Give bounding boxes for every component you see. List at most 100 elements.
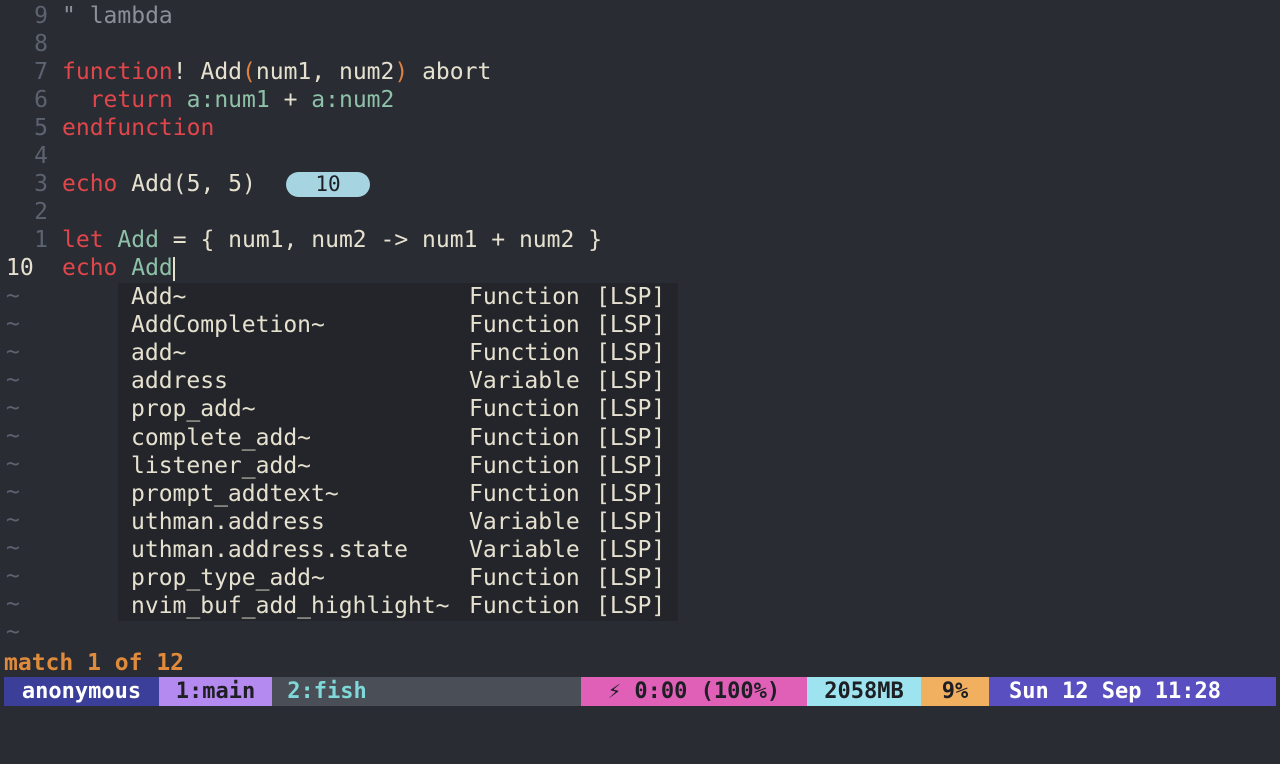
completion-popup[interactable]: Add~ Function [LSP] AddCompletion~ Function […	[118, 283, 678, 621]
code-token: abort	[408, 59, 492, 85]
cpu-status: 9%	[921, 677, 989, 706]
line-content: function! Add(num1, num2) abort	[62, 58, 491, 86]
empty-line-tilde: ~	[6, 395, 20, 421]
completion-word: prop_add~	[131, 396, 256, 423]
empty-line-tilde: ~	[6, 507, 20, 533]
empty-line-tilde: ~	[6, 311, 20, 337]
completion-kind: Function	[469, 452, 580, 479]
completion-source: [LSP]	[596, 536, 666, 563]
completion-word: prop_type_add~	[131, 565, 325, 591]
code-token: )	[394, 59, 409, 85]
completion-word: add~	[131, 340, 187, 367]
completion-word: prompt_addtext~	[131, 480, 339, 507]
completion-word: complete_add~	[131, 424, 312, 451]
sun-icon	[1241, 677, 1276, 706]
code-token: let	[62, 227, 104, 253]
completion-source: [LSP]	[596, 396, 666, 423]
completion-item[interactable]: add~ Function [LSP]	[118, 339, 678, 367]
code-token: Add	[117, 255, 173, 281]
completion-item[interactable]: uthman.address Variable [LSP]	[118, 508, 678, 536]
completion-kind: Function	[469, 424, 580, 451]
completion-kind: Function	[469, 480, 580, 507]
code-token: ! Add	[172, 59, 243, 85]
code-line[interactable]: 6 return a:num1 + a:num2	[0, 86, 1280, 114]
line-content: echo Add	[62, 254, 175, 282]
code-line[interactable]: 9 " lambda	[0, 2, 1280, 30]
completion-item[interactable]: prop_add~ Function [LSP]	[118, 395, 678, 423]
line-number: 8	[34, 31, 48, 57]
code-line[interactable]: 7 function! Add(num1, num2) abort	[0, 58, 1280, 86]
code-token: num1, num2	[255, 59, 395, 85]
completion-source: [LSP]	[596, 565, 666, 591]
code-line[interactable]: 5 endfunction	[0, 114, 1280, 142]
completion-source: [LSP]	[596, 593, 666, 620]
completion-source: [LSP]	[596, 424, 666, 451]
completion-item[interactable]: prompt_addtext~ Function [LSP]	[118, 480, 678, 508]
line-content: endfunction	[62, 114, 214, 142]
line-number: 10	[6, 255, 34, 281]
window-tab-fish[interactable]: 2:fish	[272, 677, 382, 706]
code-token: echo	[62, 171, 118, 197]
code-token: endfunction	[62, 115, 215, 141]
battery-status: ⚡ 0:00 (100%)	[581, 677, 807, 706]
datetime-status: Sun 12 Sep 11:28	[989, 677, 1241, 706]
code-token: Add	[103, 227, 159, 253]
code-line[interactable]: 2	[0, 198, 1280, 226]
completion-item[interactable]: nvim_buf_add_highlight~ Function [LSP]	[118, 592, 678, 620]
text-cursor	[172, 256, 175, 281]
empty-line-tilde: ~	[6, 423, 20, 449]
completion-source: [LSP]	[596, 508, 666, 535]
completion-word: uthman.address.state	[131, 536, 408, 563]
code-line[interactable]: 3 echo Add(5, 5) 10	[0, 170, 1280, 198]
code-line[interactable]: 1 let Add = { num1, num2 -> num1 + num2 }	[0, 226, 1280, 254]
line-number: 2	[34, 199, 48, 225]
completion-item[interactable]: Add~ Function [LSP]	[118, 283, 678, 311]
code-token: " lambda	[62, 3, 173, 29]
completion-kind: Variable	[469, 508, 580, 535]
completion-source: [LSP]	[596, 312, 666, 339]
command-line-message: match 1 of 12	[4, 650, 185, 676]
completion-kind: Variable	[469, 368, 580, 395]
terminal-window: 9 " lambda 8 7 function! Add(num1, num2) abo…	[0, 0, 1280, 720]
window-tab-main[interactable]: 1:main	[159, 677, 272, 706]
code-token: Add(5, 5)	[117, 171, 256, 197]
code-token: (	[242, 59, 256, 85]
line-content: return a:num1 + a:num2	[62, 86, 395, 114]
completion-word: listener_add~	[131, 452, 312, 479]
virtual-text-result-badge: 10	[286, 172, 370, 197]
empty-line-tilde: ~	[6, 591, 20, 617]
empty-line-tilde: ~	[6, 535, 20, 561]
completion-kind: Function	[469, 593, 580, 620]
completion-item[interactable]: uthman.address.state Variable [LSP]	[118, 536, 678, 564]
completion-item[interactable]: prop_type_add~ Function [LSP]	[118, 564, 678, 592]
code-token: +	[269, 87, 312, 113]
completion-word: nvim_buf_add_highlight~	[131, 593, 450, 620]
code-token: a:num2	[311, 87, 395, 113]
line-number: 1	[34, 227, 48, 253]
code-token: function	[62, 59, 173, 85]
completion-kind: Function	[469, 396, 580, 423]
completion-word: address	[131, 368, 228, 395]
completion-item[interactable]: complete_add~ Function [LSP]	[118, 424, 678, 452]
code-token: = { num1, num2 -> num1 + num2 }	[158, 227, 603, 253]
line-number: 3	[34, 171, 48, 197]
tmux-status-bar: anonymous 1:main 2:fish ⚡ 0:00 (100%) 20…	[4, 677, 1276, 706]
line-content: echo Add(5, 5)	[62, 170, 256, 198]
completion-item[interactable]: address Variable [LSP]	[118, 367, 678, 395]
code-line[interactable]: 8	[0, 30, 1280, 58]
completion-kind: Function	[469, 565, 580, 591]
empty-line-tilde: ~	[6, 451, 20, 477]
code-token: a:num1	[172, 87, 270, 113]
completion-word: Add~	[131, 284, 187, 310]
empty-line-tilde: ~	[6, 619, 20, 645]
current-line[interactable]: 10 echo Add	[0, 254, 1280, 282]
code-line[interactable]: 4	[0, 142, 1280, 170]
line-content: " lambda	[62, 2, 173, 30]
completion-item[interactable]: listener_add~ Function [LSP]	[118, 452, 678, 480]
line-number: 6	[34, 87, 48, 113]
line-number: 4	[34, 143, 48, 169]
completion-item[interactable]: AddCompletion~ Function [LSP]	[118, 311, 678, 339]
completion-source: [LSP]	[596, 368, 666, 395]
completion-kind: Function	[469, 312, 580, 339]
